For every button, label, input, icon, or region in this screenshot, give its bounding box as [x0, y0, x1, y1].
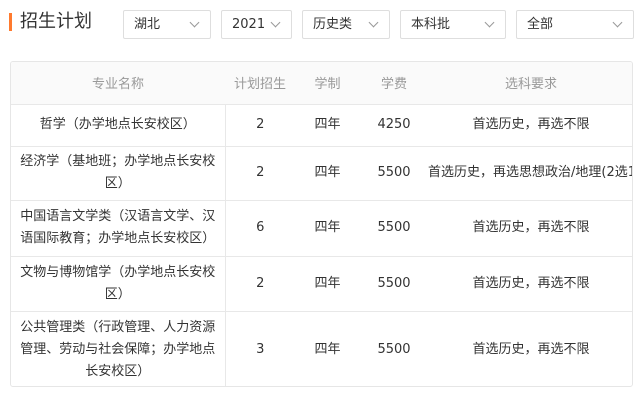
subject-type-select[interactable]: 历史类	[302, 10, 390, 39]
tuition-fee: 5500	[360, 199, 428, 256]
page-title: 招生计划	[20, 11, 92, 32]
column-header-requirements: 选科要求	[428, 62, 632, 104]
duration: 四年	[295, 199, 360, 256]
subject-type-select-value: 历史类	[313, 17, 353, 32]
category-select-value: 全部	[527, 17, 554, 32]
column-header-years: 学制	[295, 62, 360, 104]
column-header-plan: 计划招生	[225, 62, 295, 104]
enrollment-plan-table: 专业名称 计划招生 学制 学费 选科要求 哲学（办学地点长安校区） 2 四年 4…	[10, 61, 633, 387]
category-select[interactable]: 全部	[516, 10, 634, 39]
plan-count: 6	[225, 199, 295, 256]
table-row: 中国语言文学类（汉语言文学、汉语国际教育；办学地点长安校区） 6 四年 5500…	[11, 199, 632, 256]
subject-requirement: 首选历史，再选不限	[428, 310, 632, 386]
plan-count: 2	[225, 103, 295, 146]
batch-select-value: 本科批	[411, 17, 451, 32]
table-row: 经济学（基地班；办学地点长安校区） 2 四年 5500 首选历史，再选思想政治/…	[11, 145, 632, 200]
table-row: 哲学（办学地点长安校区） 2 四年 4250 首选历史，再选不限	[11, 103, 632, 146]
year-select[interactable]: 2021	[221, 10, 292, 39]
subject-requirement: 首选历史，再选不限	[428, 255, 632, 311]
subject-requirement: 首选历史，再选不限	[428, 103, 632, 146]
table-header-row: 专业名称 计划招生 学制 学费 选科要求	[11, 62, 632, 104]
chevron-down-icon	[484, 17, 495, 28]
major-name: 文物与博物馆学（办学地点长安校区）	[11, 255, 226, 311]
major-name: 中国语言文学类（汉语言文学、汉语国际教育；办学地点长安校区）	[11, 199, 226, 256]
duration: 四年	[295, 103, 360, 146]
table-row: 文物与博物馆学（办学地点长安校区） 2 四年 5500 首选历史，再选不限	[11, 255, 632, 311]
plan-count: 2	[225, 145, 295, 200]
batch-select[interactable]: 本科批	[400, 10, 506, 39]
column-header-major: 专业名称	[11, 62, 225, 104]
chevron-down-icon	[270, 17, 281, 28]
title-accent-bar	[9, 13, 12, 31]
subject-requirement: 首选历史，再选思想政治/地理(2选1)	[428, 145, 632, 200]
major-name: 哲学（办学地点长安校区）	[11, 103, 226, 146]
province-select[interactable]: 湖北	[123, 10, 211, 39]
major-name: 经济学（基地班；办学地点长安校区）	[11, 145, 226, 200]
subject-requirement: 首选历史，再选不限	[428, 199, 632, 256]
chevron-down-icon	[189, 17, 200, 28]
page-header: 招生计划 湖北 2021 历史类 本科批 全部	[0, 0, 643, 48]
duration: 四年	[295, 310, 360, 386]
major-name: 公共管理类（行政管理、人力资源管理、劳动与社会保障；办学地点长安校区）	[11, 310, 226, 386]
tuition-fee: 4250	[360, 103, 428, 146]
tuition-fee: 5500	[360, 310, 428, 386]
chevron-down-icon	[612, 17, 623, 28]
tuition-fee: 5500	[360, 145, 428, 200]
column-header-fee: 学费	[360, 62, 428, 104]
tuition-fee: 5500	[360, 255, 428, 311]
province-select-value: 湖北	[134, 17, 161, 32]
chevron-down-icon	[368, 17, 379, 28]
duration: 四年	[295, 145, 360, 200]
duration: 四年	[295, 255, 360, 311]
year-select-value: 2021	[232, 17, 266, 32]
table-row: 公共管理类（行政管理、人力资源管理、劳动与社会保障；办学地点长安校区） 3 四年…	[11, 310, 632, 386]
plan-count: 2	[225, 255, 295, 311]
plan-count: 3	[225, 310, 295, 386]
